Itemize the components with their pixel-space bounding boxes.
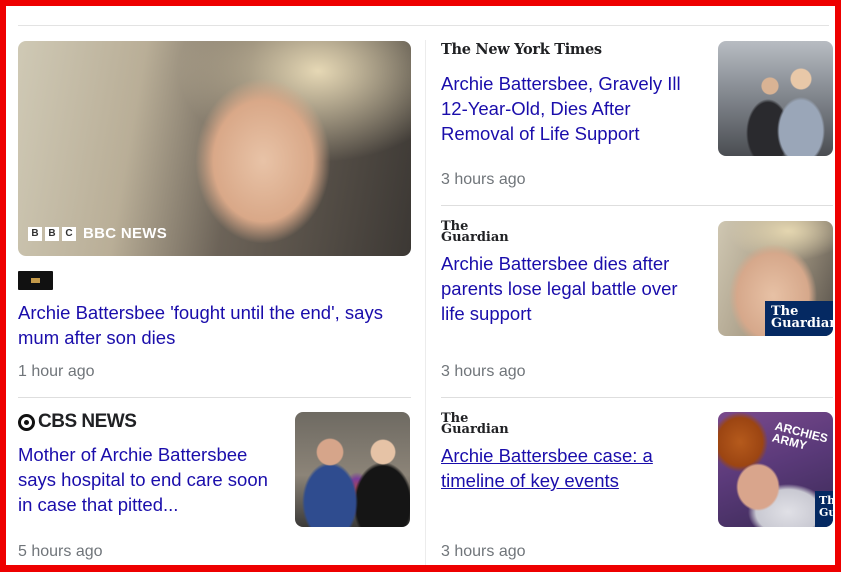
article-headline[interactable]: Archie Battersbee dies after parents los…: [441, 251, 706, 326]
article-thumbnail[interactable]: [718, 41, 833, 156]
article-thumbnail[interactable]: [295, 412, 410, 527]
cbs-eye-icon: [18, 413, 35, 431]
top-divider: [18, 25, 829, 26]
row-divider: [18, 397, 411, 398]
guardian-badge-icon: Th Gu: [815, 491, 833, 527]
bbc-logo-icon: BBC BBC NEWS: [28, 225, 167, 242]
guardian-badge-icon: The Guardian: [765, 301, 833, 336]
article-timestamp: 3 hours ago: [441, 363, 526, 380]
article-headline[interactable]: Archie Battersbee 'fought until the end'…: [18, 300, 388, 350]
article-timestamp: 3 hours ago: [441, 171, 526, 188]
publisher-logo-bbc: [18, 271, 53, 290]
row-divider: [441, 205, 833, 206]
article-thumbnail[interactable]: The Guardian: [718, 221, 833, 336]
publisher-logo-guardian: The Guardian: [441, 411, 509, 437]
article-headline[interactable]: Mother of Archie Battersbee says hospita…: [18, 442, 280, 517]
article-headline[interactable]: Archie Battersbee, Gravely Ill 12-Year-O…: [441, 71, 703, 146]
publisher-logo-cbs: CBS NEWS: [18, 411, 137, 433]
column-divider: [425, 40, 426, 572]
bbc-mini-icon: [31, 278, 40, 283]
article-headline[interactable]: Archie Battersbee case: a timeline of ke…: [441, 443, 691, 493]
article-thumbnail[interactable]: BBC BBC NEWS: [18, 41, 411, 256]
row-divider: [441, 397, 833, 398]
article-timestamp: 3 hours ago: [441, 543, 526, 560]
jersey-text-icon: ARCHIES ARMY: [770, 418, 830, 453]
article-thumbnail[interactable]: ARCHIES ARMY Th Gu: [718, 412, 833, 527]
publisher-logo-guardian: The Guardian: [441, 219, 509, 245]
article-timestamp: 1 hour ago: [18, 363, 95, 380]
publisher-logo-nyt: The New York Times: [441, 41, 602, 58]
article-timestamp: 5 hours ago: [18, 543, 103, 560]
